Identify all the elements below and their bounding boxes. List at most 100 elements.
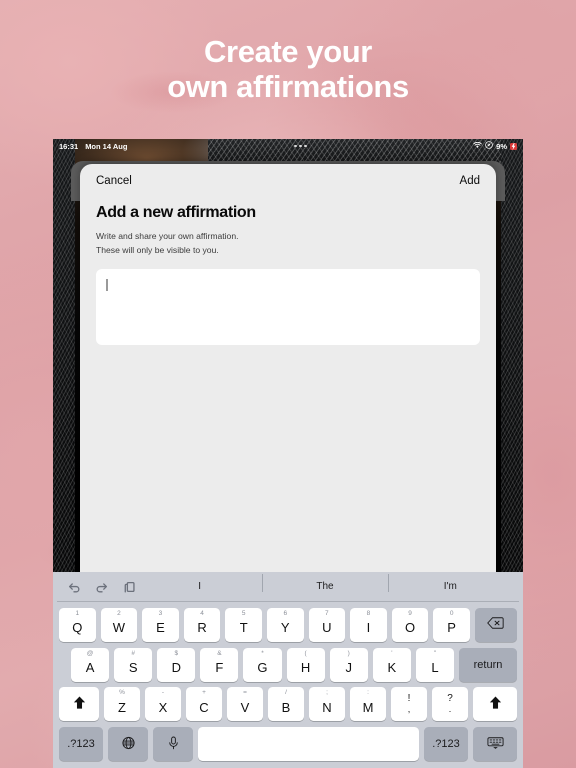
shift-key-right[interactable] bbox=[473, 687, 517, 722]
key-alt-label: ' bbox=[391, 649, 393, 657]
location-icon bbox=[485, 141, 493, 151]
key-z[interactable]: % Z bbox=[104, 687, 140, 722]
status-date: Mon 14 Aug bbox=[85, 141, 128, 151]
key-label: B bbox=[281, 699, 291, 715]
affirmation-input[interactable] bbox=[96, 269, 480, 345]
status-bar-left: 16:31 Mon 14 Aug bbox=[59, 142, 127, 151]
key-x[interactable]: -X bbox=[145, 687, 181, 722]
headline-line-1: Create your bbox=[204, 34, 372, 69]
prediction-1[interactable]: The bbox=[262, 574, 387, 592]
key-r[interactable]: 4R bbox=[183, 607, 221, 642]
key-alt-label: 9 bbox=[408, 609, 412, 617]
key-label: S bbox=[128, 660, 138, 676]
shift-key-left[interactable] bbox=[59, 687, 99, 722]
dismiss-keyboard-key[interactable] bbox=[473, 727, 517, 762]
key-label: C bbox=[199, 699, 209, 715]
key-h[interactable]: (H bbox=[286, 647, 325, 682]
multitask-dot bbox=[304, 144, 307, 148]
undo-icon[interactable] bbox=[67, 580, 81, 594]
globe-key[interactable] bbox=[108, 727, 148, 762]
key-alt-label: 8 bbox=[366, 609, 371, 617]
keyboard-edit-tools bbox=[63, 580, 137, 594]
key-alt-label: + bbox=[202, 689, 206, 697]
space-key[interactable] bbox=[198, 727, 419, 762]
return-key[interactable]: return bbox=[458, 647, 517, 682]
key-label: Y bbox=[280, 620, 290, 636]
keyboard-row-3: % Z -X + C = V / B ; N :M ! , ? . bbox=[57, 687, 519, 722]
multitask-dot bbox=[294, 144, 297, 148]
key-k[interactable]: ' K bbox=[372, 647, 411, 682]
prediction-bar: I The I'm bbox=[137, 574, 513, 592]
key-label: H bbox=[300, 660, 311, 676]
key-label: Z bbox=[118, 699, 126, 715]
key-b[interactable]: / B bbox=[268, 687, 304, 722]
key-alt-label: & bbox=[217, 649, 222, 657]
numeric-key-left[interactable]: .?123 bbox=[59, 727, 103, 762]
key-u[interactable]: 7U bbox=[308, 607, 346, 642]
key-g[interactable]: * G bbox=[243, 647, 282, 682]
key-o[interactable]: 9O bbox=[391, 607, 429, 642]
key-p[interactable]: 0P bbox=[433, 607, 470, 642]
globe-icon bbox=[120, 736, 137, 753]
key-v[interactable]: = V bbox=[227, 687, 263, 722]
key-label: R bbox=[197, 620, 207, 636]
key-alt-label: 5 bbox=[241, 609, 246, 617]
key-q[interactable]: 1Q bbox=[59, 607, 96, 642]
key-i[interactable]: 8I bbox=[350, 607, 387, 642]
key-lower-label: . bbox=[448, 704, 452, 715]
key-l[interactable]: " L bbox=[415, 647, 454, 682]
key-y[interactable]: 6Y bbox=[266, 607, 304, 642]
key-alt-label: ) bbox=[347, 649, 350, 657]
key-alt-label: 2 bbox=[117, 609, 121, 617]
wifi-icon bbox=[473, 141, 482, 151]
backspace-key[interactable] bbox=[474, 607, 517, 642]
backspace-icon bbox=[487, 616, 505, 633]
add-button[interactable]: Add bbox=[460, 175, 480, 187]
key-label: A bbox=[85, 660, 95, 676]
key-e[interactable]: 3E bbox=[142, 607, 179, 642]
numeric-key-right[interactable]: .?123 bbox=[424, 727, 468, 762]
key-j[interactable]: ) J bbox=[329, 647, 368, 682]
status-time: 16:31 bbox=[59, 141, 79, 151]
key-a[interactable]: @ A bbox=[71, 647, 110, 682]
key-s[interactable]: # S bbox=[114, 647, 153, 682]
key-alt-label: ( bbox=[304, 649, 307, 657]
cancel-button[interactable]: Cancel bbox=[96, 175, 132, 187]
key-f[interactable]: & F bbox=[200, 647, 239, 682]
key-exclam-comma[interactable]: ! , bbox=[391, 687, 427, 722]
promo-background: Create your own affirmations 16:31 Mon 1… bbox=[0, 0, 576, 768]
multitask-dots-icon[interactable] bbox=[127, 144, 473, 148]
keyboard-dismiss-icon bbox=[486, 736, 504, 753]
prediction-2[interactable]: I'm bbox=[387, 574, 513, 592]
keyboard-rows: 1Q 2W 3E 4R 5T 6Y 7U 8I 9O 0P @ A # S $ … bbox=[57, 602, 519, 764]
key-label: J bbox=[345, 660, 352, 676]
key-upper-label: ? bbox=[447, 693, 453, 705]
paste-icon[interactable] bbox=[123, 580, 137, 594]
key-d[interactable]: $ D bbox=[157, 647, 196, 682]
key-question-period[interactable]: ? . bbox=[432, 687, 468, 722]
key-alt-label: 4 bbox=[200, 609, 204, 617]
keyboard-row-1: 1Q 2W 3E 4R 5T 6Y 7U 8I 9O 0P bbox=[57, 607, 519, 642]
key-label: Q bbox=[72, 620, 83, 636]
key-c[interactable]: + C bbox=[186, 687, 222, 722]
redo-icon[interactable] bbox=[95, 580, 109, 594]
key-label: W bbox=[112, 620, 126, 636]
key-alt-label: # bbox=[131, 649, 135, 657]
dictation-key[interactable] bbox=[153, 727, 193, 762]
key-alt-label: @ bbox=[86, 649, 94, 657]
key-alt-label: * bbox=[261, 649, 264, 657]
text-cursor bbox=[106, 279, 108, 291]
key-label: U bbox=[322, 620, 332, 636]
status-bar: 16:31 Mon 14 Aug 9% bbox=[53, 139, 523, 153]
subtitle-line-1: Write and share your own affirmation. bbox=[96, 231, 239, 241]
sheet-navbar: Cancel Add bbox=[80, 164, 496, 198]
multitask-dot bbox=[299, 144, 302, 148]
key-w[interactable]: 2W bbox=[100, 607, 138, 642]
prediction-0[interactable]: I bbox=[137, 581, 262, 592]
key-n[interactable]: ; N bbox=[309, 687, 345, 722]
key-label: M bbox=[362, 699, 374, 715]
key-m[interactable]: :M bbox=[350, 687, 386, 722]
promo-headline: Create your own affirmations bbox=[0, 34, 576, 104]
page-title: Add a new affirmation bbox=[96, 204, 256, 221]
key-t[interactable]: 5T bbox=[225, 607, 262, 642]
